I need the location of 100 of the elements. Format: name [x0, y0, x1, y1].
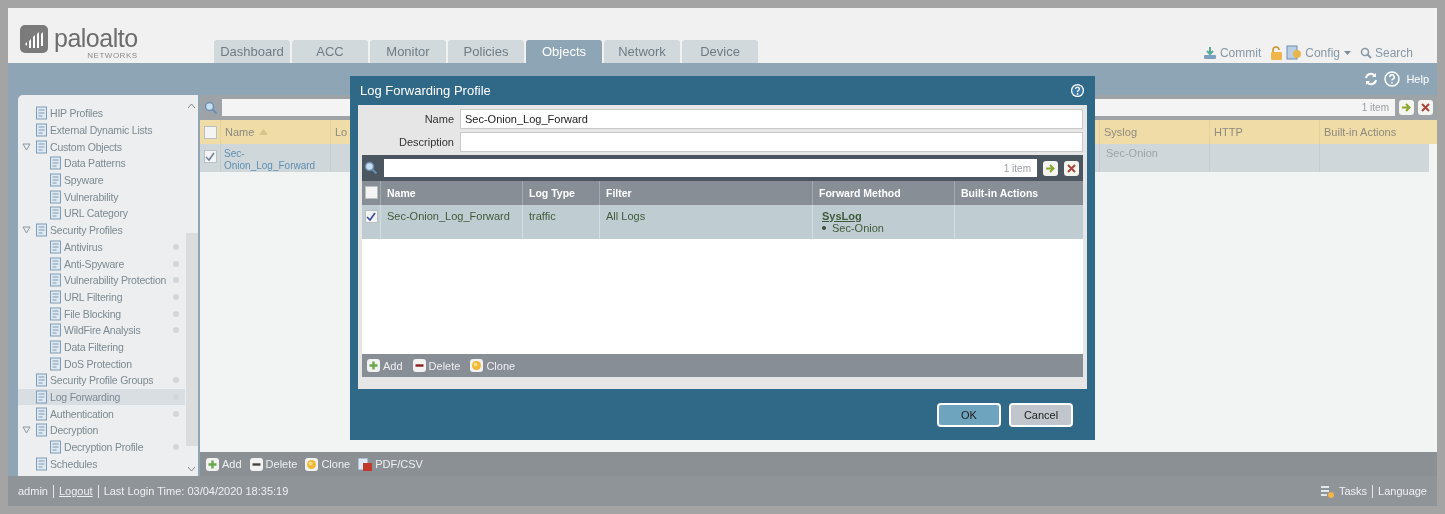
tree-item[interactable]: External Dynamic Lists — [18, 121, 185, 139]
select-all-checkbox[interactable] — [364, 186, 378, 199]
document-icon — [49, 356, 63, 371]
column-header[interactable]: Syslog — [1104, 126, 1138, 138]
search-icon — [204, 100, 218, 115]
clear-filter-icon[interactable] — [1418, 100, 1433, 115]
clone-button[interactable]: Clone — [305, 457, 351, 471]
text-field[interactable]: Sec-Onion_Log_Forward — [460, 109, 1083, 129]
commit-link[interactable]: Commit — [1219, 45, 1262, 60]
document-icon — [35, 223, 49, 238]
language-link[interactable]: Language — [1378, 485, 1427, 497]
document-icon — [35, 406, 49, 421]
dialog-title: Log Forwarding Profile — [360, 83, 491, 98]
document-icon — [49, 173, 63, 188]
pdf-button[interactable]: PDF/CSV — [358, 457, 423, 471]
search-link[interactable]: Search — [1374, 45, 1413, 60]
expand-toggle-icon[interactable] — [22, 426, 31, 435]
clone-button[interactable]: Clone — [470, 359, 516, 372]
column-header[interactable]: Built-in Actions — [1324, 126, 1397, 138]
logout-link[interactable]: Logout — [58, 485, 93, 497]
table-cell: traffic — [529, 210, 556, 222]
delete-button[interactable]: Delete — [249, 457, 298, 471]
clear-filter-icon[interactable] — [1064, 160, 1079, 176]
tasks-link[interactable]: Tasks — [1338, 485, 1368, 497]
nav-tab[interactable]: Device — [682, 40, 758, 63]
lock-icon[interactable] — [1270, 45, 1284, 60]
help-icon[interactable] — [1070, 83, 1085, 98]
scrollbar-thumb[interactable] — [185, 233, 198, 446]
search-icon[interactable] — [1359, 46, 1372, 59]
nav-tab[interactable]: Objects — [526, 40, 602, 63]
refresh-icon[interactable] — [1364, 72, 1379, 86]
document-icon — [35, 456, 49, 471]
column-header[interactable]: HTTP — [1214, 126, 1243, 138]
tree-item[interactable]: Decryption — [18, 422, 185, 439]
tree-item[interactable]: Data Filtering — [18, 338, 185, 356]
caret-icon — [1343, 50, 1351, 55]
tree-item[interactable]: Security Profile Groups — [18, 372, 185, 389]
tree-item[interactable]: Spyware — [18, 171, 185, 189]
tree-item[interactable]: Security Profiles — [18, 221, 185, 239]
config-menu[interactable]: Config — [1305, 45, 1351, 60]
text-field[interactable] — [460, 132, 1083, 152]
tree-item[interactable]: Antivirus — [18, 238, 185, 256]
ok-button[interactable]: OK — [937, 402, 1001, 427]
column-header[interactable]: Name — [225, 126, 255, 138]
document-icon — [49, 440, 63, 455]
document-icon — [49, 239, 63, 254]
row-checkbox[interactable] — [364, 210, 378, 223]
document-icon — [35, 106, 49, 121]
clone-icon — [470, 359, 484, 372]
document-icon — [49, 256, 63, 271]
cancel-button[interactable]: Cancel — [1009, 402, 1073, 427]
nav-tab[interactable]: Policies — [448, 40, 524, 63]
help-icon[interactable] — [1384, 71, 1401, 87]
document-icon — [49, 306, 63, 321]
tasks-icon[interactable] — [1319, 484, 1334, 498]
list-item: Sec-Onion — [819, 222, 884, 234]
document-icon — [49, 156, 63, 171]
row-checkbox[interactable] — [203, 150, 217, 163]
tree-item[interactable]: HIP Profiles — [18, 105, 185, 122]
delete-button[interactable]: Delete — [412, 359, 461, 372]
tree-item[interactable]: Authentication — [18, 405, 185, 423]
add-button[interactable]: Add — [206, 457, 242, 471]
plus-icon — [206, 457, 219, 471]
tree-item[interactable]: URL Filtering — [18, 288, 185, 306]
select-all-checkbox[interactable] — [203, 126, 217, 139]
nav-tab[interactable]: Monitor — [370, 40, 446, 63]
apply-filter-icon[interactable] — [1043, 160, 1058, 176]
document-icon — [35, 139, 49, 154]
tree-item[interactable]: File Blocking — [18, 305, 185, 322]
tree-item[interactable]: Schedules — [18, 455, 185, 473]
method-link[interactable]: SysLog — [819, 210, 862, 222]
scroll-down-icon[interactable] — [187, 466, 196, 472]
tree-item[interactable]: URL Category — [18, 205, 185, 222]
tree-item[interactable]: Log Forwarding — [18, 388, 185, 406]
expand-toggle-icon[interactable] — [22, 142, 31, 151]
scroll-up-icon[interactable] — [187, 103, 196, 109]
tree-item[interactable]: Vulnerability Protection — [18, 271, 185, 289]
nav-tab[interactable]: Network — [604, 40, 680, 63]
tree-item[interactable]: WildFire Analysis — [18, 321, 185, 339]
nav-tab[interactable]: ACC — [292, 40, 368, 63]
minus-icon — [412, 359, 426, 372]
tree-item[interactable]: Custom Objects — [18, 138, 185, 156]
last-login-time: Last Login Time: 03/04/2020 18:35:19 — [103, 485, 289, 497]
help-link[interactable]: Help — [1406, 73, 1429, 85]
table-cell: All Logs — [606, 210, 646, 222]
tree-item[interactable]: Decryption Profile — [18, 438, 185, 456]
commit-icon[interactable] — [1202, 45, 1217, 60]
config-icon[interactable] — [1286, 45, 1303, 60]
add-button[interactable]: Add — [367, 359, 403, 372]
column-header[interactable]: Lo — [335, 126, 348, 138]
minus-icon — [249, 457, 263, 471]
profile-link[interactable]: Sec-Onion_Log_Forward — [224, 148, 327, 172]
tree-item[interactable]: DoS Protection — [18, 355, 185, 372]
tree-item[interactable]: Vulnerability — [18, 188, 185, 206]
document-icon — [35, 123, 49, 138]
tree-item[interactable]: Anti-Spyware — [18, 255, 185, 272]
nav-tab[interactable]: Dashboard — [214, 40, 290, 63]
expand-toggle-icon[interactable] — [22, 226, 31, 235]
filter-field[interactable]: 1 item — [384, 159, 1037, 177]
tree-item[interactable]: Data Patterns — [18, 155, 185, 172]
